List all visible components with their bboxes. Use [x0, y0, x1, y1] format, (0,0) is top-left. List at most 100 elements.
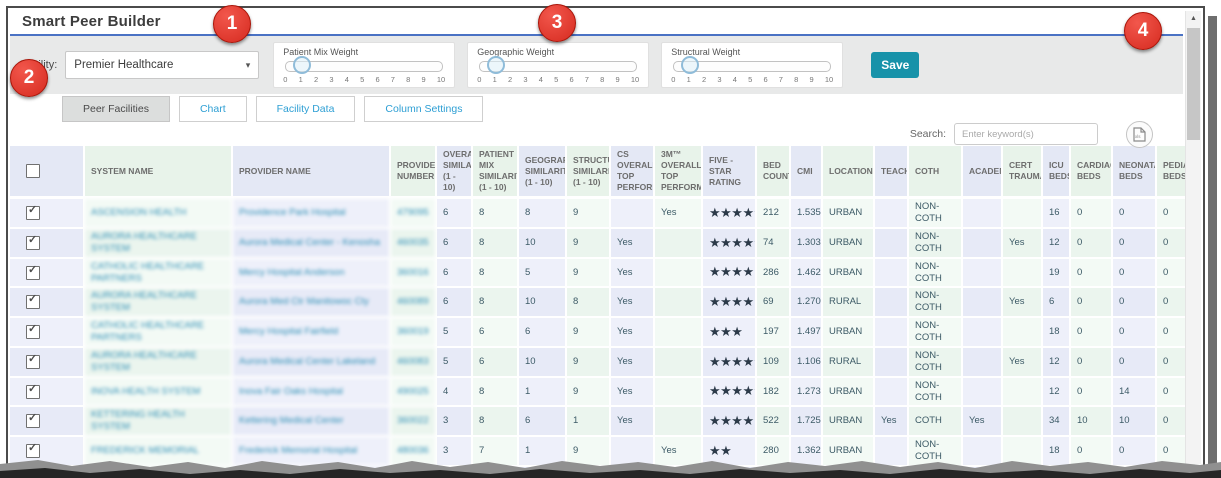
table-row: CATHOLIC HEALTHCARE PARTNERSMercy Hospit… [10, 257, 1197, 289]
cell-number: 460035 [390, 227, 437, 259]
slider-tick: 4 [538, 75, 543, 84]
scroll-up-arrow[interactable]: ▲ [1186, 11, 1201, 26]
tab-column-settings[interactable]: Column Settings [364, 96, 484, 122]
slider-handle[interactable] [680, 56, 699, 74]
cell-teaching [874, 227, 909, 259]
col-header-patient[interactable]: PATIENT MIX SIMILARITY (1 - 10) [472, 146, 519, 199]
col-header-academic[interactable]: ACADEMIC [962, 146, 1003, 199]
export-button[interactable]: xls [1126, 120, 1153, 148]
row-checkbox[interactable] [26, 234, 40, 250]
row-checkbox[interactable] [26, 383, 40, 399]
scrollbar-thumb[interactable] [1187, 28, 1200, 140]
col-header-icu[interactable]: ICU BEDS [1042, 146, 1071, 199]
slider-track[interactable] [673, 56, 832, 74]
row-checkbox[interactable] [26, 323, 40, 340]
select-all-checkbox[interactable] [26, 164, 40, 179]
row-checkbox[interactable] [26, 353, 40, 369]
cell-location: URBAN [822, 227, 875, 259]
cell-cs: Yes [610, 227, 655, 259]
five-star-rating: ★★★★★ [709, 204, 754, 220]
cell-teaching [874, 287, 909, 319]
tab-peer-facilities[interactable]: Peer Facilities [62, 96, 170, 122]
cell-system: ASCENSION HEALTH [84, 197, 233, 229]
table-row: ASCENSION HEALTHProvidence Park Hospital… [10, 197, 1197, 229]
col-header-teaching[interactable]: TEACHING [874, 146, 909, 199]
slider-ticks: 0 1 2 3 4 5 6 7 8 9 10 [671, 75, 833, 84]
cell-overall: 6 [436, 287, 473, 319]
facility-select[interactable]: Premier Healthcare ▾ [65, 51, 260, 79]
cell-cs: Yes [610, 287, 655, 319]
title-bar: Smart Peer Builder [10, 8, 1183, 36]
save-button[interactable]: Save [871, 52, 920, 78]
cell-beds: 286 [756, 257, 791, 289]
col-header-neonatal[interactable]: NEONATAL BEDS [1112, 146, 1157, 199]
cell-provider: Kettering Medical Center [232, 406, 391, 438]
callout-badge-4: 4 [1124, 12, 1162, 50]
cell-cert [1002, 317, 1043, 348]
col-header-cert[interactable]: CERT TRAUMA [1002, 146, 1043, 199]
slider-handle[interactable] [486, 56, 505, 74]
col-header-cmi[interactable]: CMI [790, 146, 823, 199]
cell-geographic: 10 [518, 227, 567, 259]
screenshot: Smart Peer Builder Facility: Premier Hea… [0, 0, 1221, 478]
search-input[interactable] [954, 123, 1098, 145]
row-checkbox[interactable] [26, 264, 40, 280]
slider-track[interactable] [479, 56, 638, 74]
col-header-system[interactable]: SYSTEM NAME [84, 146, 233, 199]
cell-provider: Aurora Medical Center Lakeland [232, 346, 391, 378]
cell-icu: 16 [1042, 197, 1071, 229]
row-checkbox[interactable] [26, 293, 40, 310]
cell-cardiac: 0 [1070, 346, 1113, 378]
cell-academic [962, 376, 1003, 408]
col-header-overall[interactable]: OVERALL SIMILARITY (1 - 10) [436, 146, 473, 199]
cell-geographic: 6 [518, 317, 567, 348]
search-label: Search: [909, 128, 946, 140]
col-header-location[interactable]: LOCATION [822, 146, 875, 199]
cell-system: CATHOLIC HEALTHCARE PARTNERS [84, 257, 233, 289]
cell-coth: NON-COTH [908, 346, 963, 378]
col-header-checkbox[interactable] [10, 146, 85, 199]
cell-coth: NON-COTH [908, 197, 963, 229]
cell-structural: 9 [566, 317, 611, 348]
cell-teaching [874, 346, 909, 378]
cell-cardiac: 0 [1070, 257, 1113, 289]
cell-number: 460083 [390, 346, 437, 378]
cell-icu: 12 [1042, 346, 1071, 378]
vertical-scrollbar[interactable]: ▲ [1185, 11, 1201, 464]
weight-slider-card-2: Structural Weight 0 1 2 3 4 5 6 7 8 9 10 [661, 42, 844, 88]
slider-label: Geographic Weight [477, 47, 555, 57]
cell-academic [962, 317, 1003, 348]
cell-structural: 9 [566, 197, 611, 229]
slider-tick: 4 [344, 75, 349, 84]
slider-tick: 8 [600, 75, 605, 84]
tab-chart[interactable]: Chart [178, 96, 247, 122]
cell-cardiac: 0 [1070, 197, 1113, 229]
cell-academic [962, 197, 1003, 229]
tab-facility-data[interactable]: Facility Data [255, 96, 356, 122]
cell-number: 460089 [390, 287, 437, 319]
row-checkbox[interactable] [26, 412, 40, 429]
col-header-provider[interactable]: PROVIDER NAME [232, 146, 391, 199]
col-header-m3[interactable]: 3M™ OVERALL TOP PERFORMER [654, 146, 703, 199]
col-header-stars[interactable]: FIVE - STAR RATING [702, 146, 757, 199]
cell-icu: 18 [1042, 317, 1071, 348]
cell-stars: ★★★★★ [702, 346, 757, 378]
col-header-beds[interactable]: BED COUNT [756, 146, 791, 199]
slider-track[interactable] [285, 56, 444, 74]
slider-label: Structural Weight [671, 47, 741, 57]
row-checkbox[interactable] [26, 204, 40, 221]
col-header-geographic[interactable]: GEOGRAPHIC SIMILARITY (1 - 10) [518, 146, 567, 199]
cell-checkbox [10, 197, 85, 229]
col-header-cardiac[interactable]: CARDIAC BEDS [1070, 146, 1113, 199]
cell-geographic: 10 [518, 346, 567, 378]
cell-checkbox [10, 376, 85, 408]
col-header-number[interactable]: PROVIDER NUMBER [390, 146, 437, 199]
page-title: Smart Peer Builder [22, 12, 161, 30]
col-header-coth[interactable]: COTH [908, 146, 963, 199]
col-header-structural[interactable]: STRUCTURAL SIMILARITY (1 - 10) [566, 146, 611, 199]
cell-icu: 12 [1042, 376, 1071, 408]
cell-academic [962, 287, 1003, 319]
peer-table-wrap: SYSTEM NAMEPROVIDER NAMEPROVIDER NUMBERO… [10, 146, 1197, 470]
slider-handle[interactable] [292, 56, 311, 74]
col-header-cs[interactable]: CS OVERALL TOP PERFORMER [610, 146, 655, 199]
